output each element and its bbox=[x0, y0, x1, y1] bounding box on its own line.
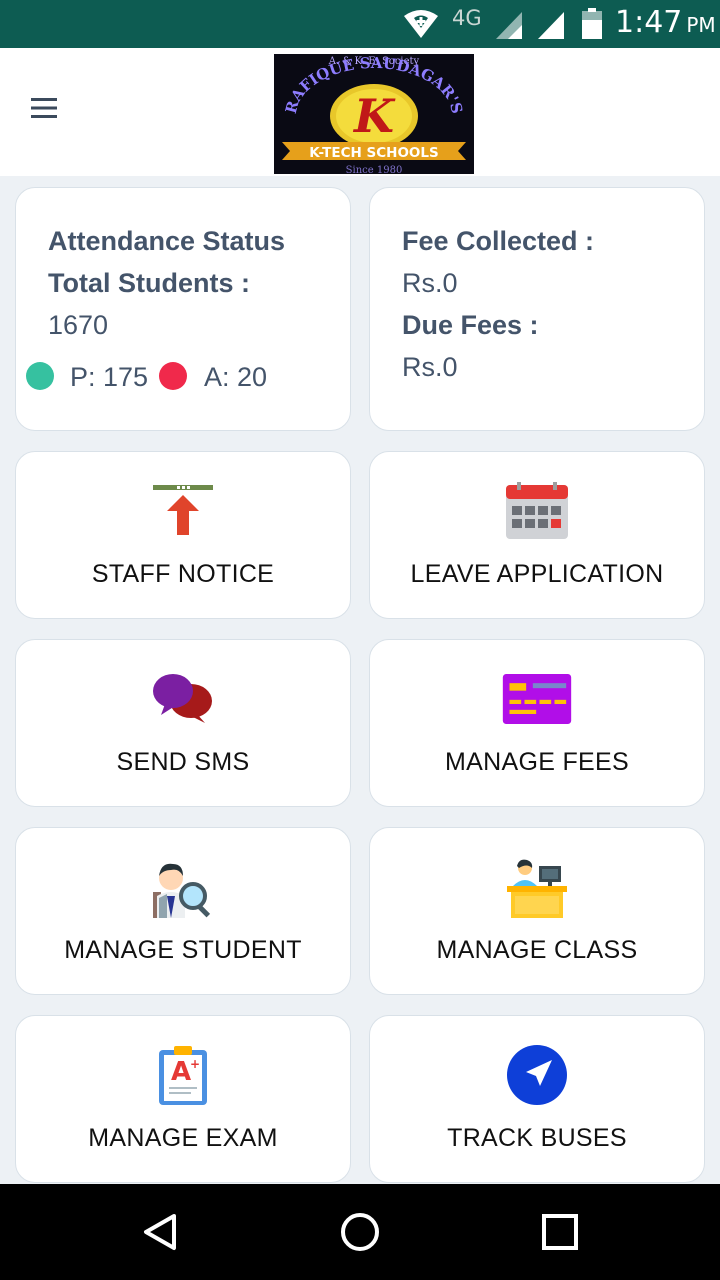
school-logo: A. & K. E. Society RAFIQUE SAUDAGAR'S K … bbox=[274, 54, 474, 174]
back-icon[interactable] bbox=[140, 1212, 180, 1252]
total-students-label: Total Students : bbox=[48, 268, 250, 298]
classroom-desk-icon bbox=[502, 852, 572, 922]
tile-label: SEND SMS bbox=[116, 748, 250, 776]
tile-label: MANAGE CLASS bbox=[436, 936, 638, 964]
track-buses-tile[interactable]: TRACK BUSES bbox=[369, 1015, 705, 1183]
upload-notice-icon bbox=[148, 476, 218, 546]
tile-label: MANAGE EXAM bbox=[88, 1124, 278, 1152]
signal-icon bbox=[496, 12, 522, 39]
leave-application-tile[interactable]: LEAVE APPLICATION bbox=[369, 451, 705, 619]
payment-card-icon bbox=[502, 664, 572, 734]
manage-fees-tile[interactable]: MANAGE FEES bbox=[369, 639, 705, 807]
total-students-value: 1670 bbox=[48, 310, 109, 340]
due-fees-value: Rs.0 bbox=[402, 352, 458, 382]
svg-text:A: A bbox=[171, 1057, 191, 1087]
present-indicator bbox=[26, 362, 54, 390]
exam-clipboard-icon: A + bbox=[148, 1040, 218, 1110]
manage-class-tile[interactable]: MANAGE CLASS bbox=[369, 827, 705, 995]
manage-student-tile[interactable]: MANAGE STUDENT bbox=[15, 827, 351, 995]
fees-summary-card[interactable]: Fee Collected : Rs.0 Due Fees : Rs.0 bbox=[369, 187, 705, 431]
signal-icon bbox=[538, 12, 564, 39]
battery-icon bbox=[582, 8, 602, 39]
logo-since: Since 1980 bbox=[346, 165, 403, 174]
tile-label: MANAGE FEES bbox=[445, 748, 629, 776]
due-fees-label: Due Fees : bbox=[402, 310, 539, 340]
fee-collected-value: Rs.0 bbox=[402, 268, 458, 298]
chat-bubbles-icon bbox=[148, 664, 218, 734]
send-sms-tile[interactable]: SEND SMS bbox=[15, 639, 351, 807]
navigation-icon bbox=[502, 1040, 572, 1110]
logo-letter: K bbox=[352, 89, 396, 143]
logo-banner: K-TECH SCHOOLS bbox=[309, 145, 438, 161]
manage-exam-tile[interactable]: A + MANAGE EXAM bbox=[15, 1015, 351, 1183]
recents-icon[interactable] bbox=[540, 1212, 580, 1252]
home-icon[interactable] bbox=[340, 1212, 380, 1252]
fee-collected-label: Fee Collected : bbox=[402, 226, 595, 256]
present-count: P: 175 bbox=[70, 362, 149, 392]
network-type: 4G bbox=[452, 6, 482, 30]
app-header: A. & K. E. Society RAFIQUE SAUDAGAR'S K … bbox=[0, 48, 720, 176]
status-bar: 4G 1:47 PM bbox=[0, 0, 720, 48]
data-saver-icon bbox=[404, 10, 438, 38]
staff-notice-tile[interactable]: STAFF NOTICE bbox=[15, 451, 351, 619]
tile-label: LEAVE APPLICATION bbox=[410, 560, 664, 588]
attendance-title: Attendance Status bbox=[48, 226, 286, 256]
student-search-icon bbox=[148, 852, 218, 922]
absent-count: A: 20 bbox=[204, 362, 268, 392]
hamburger-menu-icon[interactable] bbox=[28, 92, 60, 124]
attendance-card[interactable]: Attendance Status Total Students : 1670 … bbox=[15, 187, 351, 431]
clock: 1:47 PM bbox=[615, 5, 716, 40]
svg-text:+: + bbox=[190, 1057, 200, 1071]
tile-label: MANAGE STUDENT bbox=[64, 936, 302, 964]
absent-indicator bbox=[159, 362, 187, 390]
tile-label: STAFF NOTICE bbox=[91, 560, 275, 588]
tile-label: TRACK BUSES bbox=[447, 1124, 627, 1152]
system-nav-bar bbox=[0, 1184, 720, 1280]
calendar-icon bbox=[502, 476, 572, 546]
